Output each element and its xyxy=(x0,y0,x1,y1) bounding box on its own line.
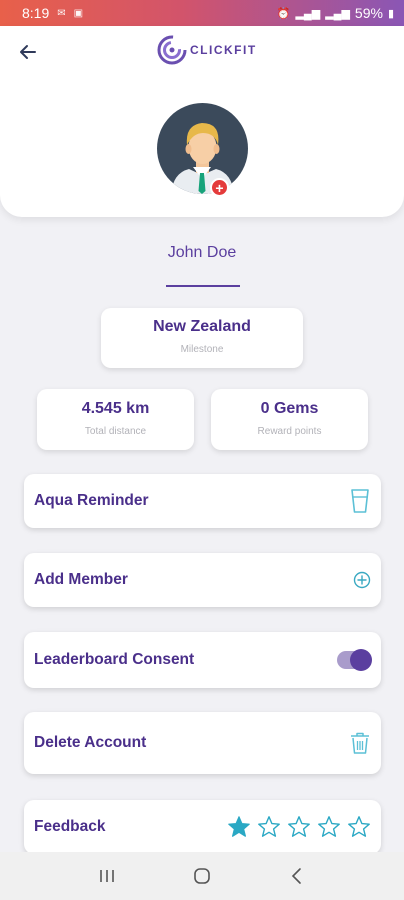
name-underline xyxy=(166,285,240,287)
feedback-row: Feedback xyxy=(24,800,381,854)
avatar-image xyxy=(171,123,234,194)
star-icon[interactable] xyxy=(347,815,371,839)
signal-icon: ▂▄▆ xyxy=(295,7,321,20)
delete-account-row[interactable]: Delete Account xyxy=(24,712,381,774)
status-time: 8:19 xyxy=(22,5,50,21)
nav-back-button[interactable] xyxy=(277,856,317,896)
clickfit-logo: CLICKFIT xyxy=(156,34,257,66)
logo-icon xyxy=(157,35,187,65)
notification-icon: ▣ xyxy=(73,7,84,19)
logo-text: CLICKFIT xyxy=(190,43,257,57)
toggle-knob xyxy=(350,649,372,671)
leaderboard-consent-row: Leaderboard Consent xyxy=(24,632,381,688)
profile-header: CLICKFIT xyxy=(0,26,404,217)
feedback-label: Feedback xyxy=(34,818,106,835)
status-bar: 8:19 ✉ ▣ ⏰ ▂▄▆ ▂▄▆ 59% ▮ xyxy=(0,0,404,26)
add-circle-icon xyxy=(353,571,371,589)
signal-icon: ▂▄▆ xyxy=(325,7,350,20)
add-photo-button[interactable]: + xyxy=(210,178,229,197)
alarm-icon: ⏰ xyxy=(276,7,291,20)
aqua-reminder-label: Aqua Reminder xyxy=(34,492,149,509)
milestone-value: New Zealand xyxy=(153,318,251,335)
star-icon[interactable] xyxy=(317,815,341,839)
gems-label: Reward points xyxy=(257,426,322,437)
gems-value: 0 Gems xyxy=(260,400,319,417)
message-icon: ✉ xyxy=(57,7,66,19)
avatar[interactable] xyxy=(157,103,248,194)
trash-icon xyxy=(351,732,369,754)
system-nav-bar xyxy=(0,852,404,900)
distance-value: 4.545 km xyxy=(81,400,150,417)
aqua-reminder-row[interactable]: Aqua Reminder xyxy=(24,474,381,528)
nav-back-icon xyxy=(291,868,301,884)
add-member-row[interactable]: Add Member xyxy=(24,553,381,607)
leaderboard-consent-toggle[interactable] xyxy=(337,649,372,671)
delete-account-label: Delete Account xyxy=(34,734,147,751)
gems-card: 0 Gems Reward points xyxy=(211,389,368,450)
milestone-card: New Zealand Milestone xyxy=(101,308,303,368)
leaderboard-consent-label: Leaderboard Consent xyxy=(34,651,195,668)
milestone-label: Milestone xyxy=(180,344,224,355)
user-name: John Doe xyxy=(167,244,237,261)
recent-apps-icon xyxy=(100,870,115,882)
battery-level: 59% xyxy=(354,5,383,21)
star-icon[interactable] xyxy=(257,815,281,839)
feedback-stars xyxy=(227,815,371,839)
add-member-label: Add Member xyxy=(34,571,128,588)
back-arrow-icon xyxy=(20,45,36,59)
distance-label: Total distance xyxy=(84,426,147,437)
star-icon[interactable] xyxy=(227,815,251,839)
star-icon[interactable] xyxy=(287,815,311,839)
home-button[interactable] xyxy=(182,856,222,896)
distance-card: 4.545 km Total distance xyxy=(37,389,194,450)
home-icon xyxy=(194,868,210,884)
battery-icon: ▮ xyxy=(387,7,394,20)
back-button[interactable] xyxy=(14,38,42,66)
recent-apps-button[interactable] xyxy=(87,856,127,896)
glass-icon xyxy=(351,489,369,513)
